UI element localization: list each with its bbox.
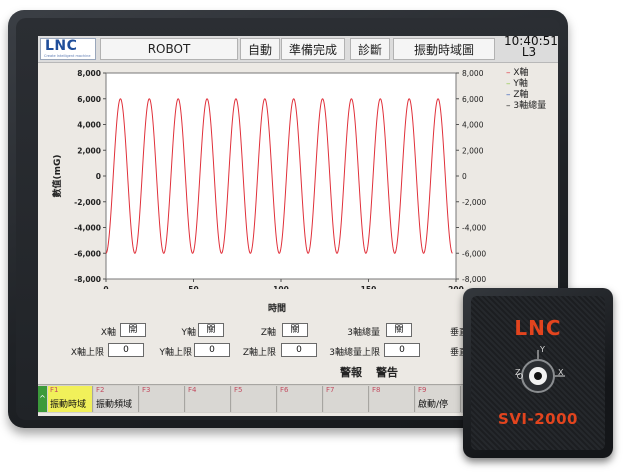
fkey-number: F2 bbox=[96, 386, 105, 394]
fkey-f5-button[interactable]: F5 bbox=[232, 386, 277, 412]
total-limit-label: 3軸總量上限 bbox=[329, 348, 380, 358]
fkey-f1-button[interactable]: F1 振動時域 bbox=[48, 386, 93, 412]
y-axis-label: Y軸 bbox=[181, 328, 197, 338]
y-tick-label-right: 2,000 bbox=[462, 146, 484, 155]
y-tick-label-right: 4,000 bbox=[462, 121, 484, 130]
x-tick-label: 50 bbox=[188, 285, 198, 289]
y-axis-label: 數值(mG) bbox=[51, 155, 63, 198]
sensor-center bbox=[534, 372, 542, 380]
y-tick-label-left: -2,000 bbox=[74, 198, 101, 207]
fkey-f2-button[interactable]: F2 振動頻域 bbox=[94, 386, 139, 412]
fkey-f8-button[interactable]: F8 bbox=[370, 386, 415, 412]
legend-label: Y軸 bbox=[513, 79, 528, 89]
x-axis-label: 時間 bbox=[268, 304, 287, 314]
total-axis-toggle[interactable]: 關 bbox=[386, 323, 412, 337]
y-tick-label-right: -8,000 bbox=[462, 275, 486, 284]
y-tick-label-left: 4,000 bbox=[77, 121, 101, 130]
logo-text: LNC bbox=[45, 38, 78, 54]
access-level: L3 bbox=[521, 45, 537, 59]
auto-mode-button[interactable]: 自動 bbox=[240, 38, 280, 60]
legend-item: – 3軸總量 bbox=[506, 101, 546, 112]
fkey-f4-button[interactable]: F4 bbox=[186, 386, 231, 412]
y-tick-label-left: 8,000 bbox=[77, 69, 101, 78]
fkey-number: F6 bbox=[280, 386, 289, 394]
y-tick-label-right: -2,000 bbox=[462, 198, 486, 207]
z-axis-label: Z軸 bbox=[260, 328, 276, 338]
y-axis-right: 8,000 6,000 4,000 2,000 0 -2,000 -4,000 -6,000 -… bbox=[456, 69, 486, 284]
z-limit-input[interactable]: 0 bbox=[281, 343, 317, 357]
page-title: 振動時域圖 bbox=[393, 38, 495, 60]
legend-label: X軸 bbox=[513, 68, 529, 78]
y-tick-label-left: -6,000 bbox=[74, 249, 101, 258]
y-tick-label-left: 2,000 bbox=[77, 146, 101, 155]
fkey-number: F5 bbox=[234, 386, 243, 394]
diag-button[interactable]: 診斷 bbox=[350, 38, 390, 60]
x-tick-label: 0 bbox=[103, 285, 108, 289]
status-display: 準備完成 bbox=[281, 38, 345, 60]
svi2000-device-image: LNC Y X Z SVI-2000 bbox=[463, 288, 613, 458]
x-axis-label: X軸 bbox=[100, 328, 116, 338]
z-axis-toggle[interactable]: 關 bbox=[282, 323, 308, 337]
x-tick-label: 100 bbox=[273, 285, 289, 289]
y-tick-label-left: 6,000 bbox=[77, 95, 101, 104]
clock: 10:40:51 L3 bbox=[504, 36, 558, 59]
x-axis: 0 50 100 150 200 bbox=[103, 279, 464, 289]
fkey-f7-button[interactable]: F7 bbox=[324, 386, 369, 412]
fkey-f6-button[interactable]: F6 bbox=[278, 386, 323, 412]
x-limit-input[interactable]: 0 bbox=[108, 343, 144, 357]
logo-tagline: Create Intelligent machine bbox=[44, 54, 91, 58]
lnc-logo: LNC Create Intelligent machine bbox=[40, 38, 96, 60]
vibration-time-chart: 8,000 6,000 4,000 2,000 0 -2,000 -4,000 -6,000 -… bbox=[51, 69, 486, 289]
fkey-label: 振動頻域 bbox=[96, 400, 133, 410]
x-limit-label: X軸上限 bbox=[70, 348, 104, 358]
device-axis-y: Y bbox=[540, 345, 545, 354]
y-limit-input[interactable]: 0 bbox=[194, 343, 230, 357]
device-model: SVI-2000 bbox=[498, 410, 578, 428]
y-axis-left: 8,000 6,000 4,000 2,000 0 -2,000 -4,000 -6,000 -… bbox=[74, 69, 106, 284]
fkey-label: 啟動/停 bbox=[418, 400, 449, 410]
y-tick-label-left: -8,000 bbox=[74, 275, 101, 284]
fkey-f9-button[interactable]: F9 啟動/停 bbox=[416, 386, 461, 412]
legend-label: Z軸 bbox=[513, 90, 529, 100]
legend-label: 3軸總量 bbox=[513, 101, 547, 111]
y-tick-label-right: -6,000 bbox=[462, 249, 486, 258]
alarm-indicator[interactable]: 警報 bbox=[340, 364, 362, 380]
y-tick-label-left: -4,000 bbox=[74, 224, 101, 233]
y-limit-label: Y軸上限 bbox=[159, 348, 193, 358]
fkey-f3-button[interactable]: F3 bbox=[140, 386, 185, 412]
fkey-number: F9 bbox=[418, 386, 427, 394]
device-axis-x: X bbox=[558, 368, 564, 377]
fkey-label: 振動時域 bbox=[50, 400, 87, 410]
y-tick-label-left: 0 bbox=[96, 172, 101, 181]
legend-item: – Z軸 bbox=[506, 90, 546, 101]
fkey-page-up-button[interactable]: ^ bbox=[38, 386, 47, 412]
y-tick-label-right: 6,000 bbox=[462, 95, 484, 104]
fkey-number: F7 bbox=[326, 386, 335, 394]
y-tick-label-right: 0 bbox=[462, 172, 467, 181]
device-logo: LNC bbox=[514, 316, 562, 340]
fkey-number: F3 bbox=[142, 386, 151, 394]
y-tick-label-right: 8,000 bbox=[462, 69, 484, 78]
z-limit-label: Z軸上限 bbox=[242, 348, 276, 358]
x-axis-toggle[interactable]: 開 bbox=[120, 323, 146, 337]
total-limit-input[interactable]: 0 bbox=[384, 343, 420, 357]
y-tick-label-right: -4,000 bbox=[462, 224, 486, 233]
chart-legend: – X軸 – Y軸 – Z軸 – 3軸總量 bbox=[506, 68, 546, 112]
total-axis-label: 3軸總量 bbox=[347, 328, 380, 338]
device-axis-z: Z bbox=[515, 368, 521, 377]
x-tick-label: 150 bbox=[361, 285, 377, 289]
fkey-number: F4 bbox=[188, 386, 197, 394]
x-tick-label: 200 bbox=[448, 285, 464, 289]
fkey-number: F1 bbox=[50, 386, 59, 394]
mode-display: ROBOT bbox=[100, 38, 238, 60]
fkey-number: F8 bbox=[372, 386, 381, 394]
warning-indicator[interactable]: 警告 bbox=[376, 364, 398, 380]
legend-item: – Y軸 bbox=[506, 79, 546, 90]
legend-item: – X軸 bbox=[506, 68, 546, 79]
y-axis-toggle[interactable]: 關 bbox=[198, 323, 224, 337]
header-bar: LNC Create Intelligent machine ROBOT 自動 … bbox=[38, 36, 558, 63]
